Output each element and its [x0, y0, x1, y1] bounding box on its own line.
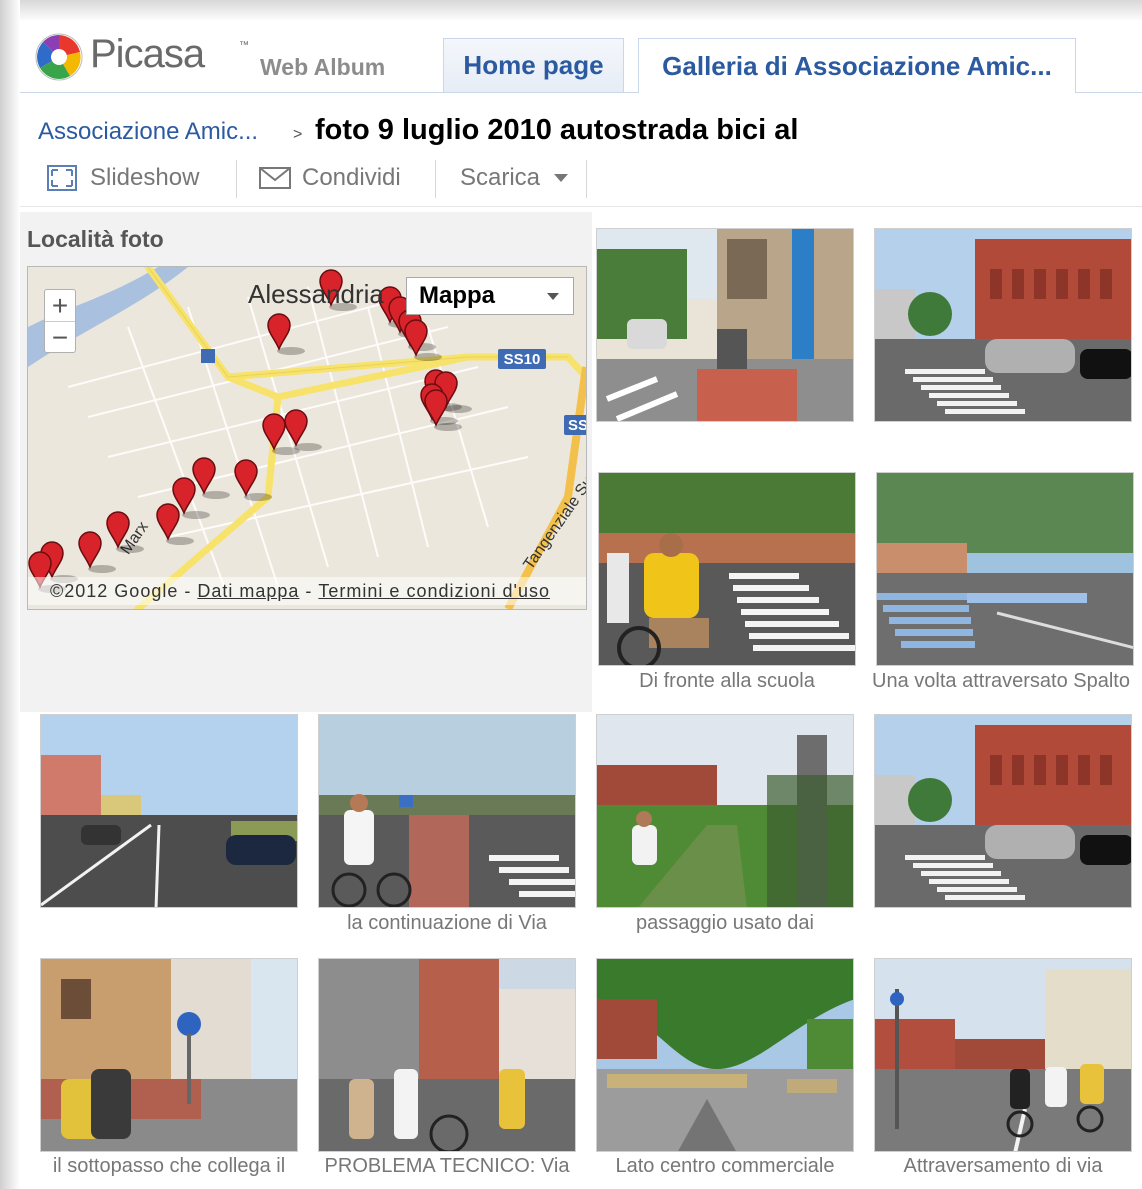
- tab-home-page[interactable]: Home page: [443, 38, 624, 92]
- photo-thumbnail[interactable]: [596, 958, 854, 1152]
- breadcrumb-parent-link[interactable]: Associazione Amic...: [38, 118, 258, 146]
- photo-image: [597, 959, 853, 1151]
- map-pin-shadow: [166, 537, 194, 545]
- map-canvas[interactable]: SS10 SS Marx Tangenziale Sudest: [28, 267, 586, 609]
- photo-image: [41, 715, 297, 907]
- photo-caption[interactable]: la continuazione di Via: [307, 912, 587, 935]
- tab-gallery[interactable]: Galleria di Associazione Amic...: [638, 38, 1076, 93]
- envelope-icon: [259, 167, 291, 189]
- slideshow-icon: [47, 165, 77, 191]
- photo-thumbnail[interactable]: [596, 714, 854, 908]
- photo-image: [599, 473, 855, 665]
- map-pin-shadow: [202, 491, 230, 499]
- logo-trademark: ™: [239, 40, 249, 51]
- ss10-label: SS10: [504, 351, 541, 368]
- photo-location-panel: Località foto SS10 S Marx + − Alessandri…: [20, 212, 592, 712]
- photo-caption[interactable]: Una volta attraversato Spalto: [861, 670, 1141, 693]
- map-city-label: Alessandria: [248, 279, 384, 309]
- attribution-separator: -: [305, 580, 313, 601]
- album-toolbar: Slideshow Condividi Scarica: [20, 158, 1142, 202]
- toolbar-rule: [20, 206, 1142, 207]
- photo-image: [875, 715, 1131, 907]
- photo-thumbnail[interactable]: [596, 228, 854, 422]
- photo-image: [319, 959, 575, 1151]
- photo-thumbnail[interactable]: [874, 958, 1132, 1152]
- map-pin-shadow: [244, 493, 272, 501]
- share-button[interactable]: Condividi: [258, 158, 401, 198]
- map-pin-shadow: [116, 545, 144, 553]
- share-label: Condividi: [302, 164, 401, 191]
- ss-label: SS: [568, 417, 586, 434]
- map-heading: Località foto: [27, 226, 164, 252]
- chevron-down-icon: [554, 174, 569, 182]
- photo-caption[interactable]: Attraversamento di via: [863, 1155, 1142, 1178]
- map-data-link[interactable]: Dati mappa: [197, 581, 299, 602]
- photo-caption[interactable]: il sottopasso che collega il: [29, 1155, 309, 1178]
- photo-caption[interactable]: PROBLEMA TECNICO: Via: [307, 1155, 587, 1178]
- photo-thumbnail[interactable]: [40, 958, 298, 1152]
- photo-image: [41, 959, 297, 1151]
- picasa-pinwheel-icon: [35, 33, 83, 81]
- chevron-down-icon: [547, 293, 559, 300]
- map-attribution: ©2012 Google - Dati mappa - Termini e co…: [28, 577, 586, 605]
- map-pin-shadow: [294, 443, 322, 451]
- photo-thumbnail[interactable]: [40, 714, 298, 908]
- logo-wordmark: Picasa: [90, 32, 205, 76]
- breadcrumb-separator: >: [293, 126, 303, 143]
- zoom-control: + −: [44, 289, 76, 353]
- frame-shadow: [0, 0, 1142, 22]
- photo-caption[interactable]: passaggio usato dai: [585, 912, 865, 935]
- photo-image: [877, 473, 1133, 665]
- photo-thumbnail[interactable]: [874, 714, 1132, 908]
- picasa-logo[interactable]: Picasa ™ Web Album: [34, 32, 394, 88]
- toolbar-divider: [435, 160, 436, 198]
- photo-image: [875, 229, 1131, 421]
- photo-thumbnail[interactable]: [876, 472, 1134, 666]
- map-pin-shadow: [182, 511, 210, 519]
- map-pin-shadow: [434, 423, 462, 431]
- map-pin-shadow: [414, 353, 442, 361]
- parking-icon: [201, 349, 215, 363]
- map-copyright: ©2012 Google: [50, 580, 179, 601]
- slideshow-label: Slideshow: [90, 164, 200, 191]
- download-label: Scarica: [460, 164, 541, 191]
- picasa-page: Picasa ™ Web Album Home page Galleria di…: [20, 20, 1142, 1189]
- map-pin-shadow: [277, 347, 305, 355]
- zoom-out-button[interactable]: −: [45, 322, 75, 353]
- location-map[interactable]: SS10 SS Marx Tangenziale Sudest + − Ales…: [27, 266, 587, 610]
- map-pin-shadow: [444, 405, 472, 413]
- zoom-in-button[interactable]: +: [45, 290, 75, 321]
- map-type-value: Mappa: [419, 282, 496, 309]
- slideshow-button[interactable]: Slideshow: [46, 158, 199, 198]
- toolbar-divider: [236, 160, 237, 198]
- photo-image: [597, 229, 853, 421]
- map-type-select[interactable]: Mappa: [406, 277, 574, 315]
- photo-image: [319, 715, 575, 907]
- map-terms-link[interactable]: Termini e condizioni d'uso: [318, 581, 550, 602]
- photo-image: [597, 715, 853, 907]
- frame-shadow-left: [0, 0, 20, 1189]
- photo-thumbnail[interactable]: [318, 958, 576, 1152]
- map-pin-shadow: [88, 565, 116, 573]
- photo-caption[interactable]: Lato centro commerciale: [585, 1155, 865, 1178]
- photo-thumbnail[interactable]: [598, 472, 856, 666]
- photo-image: [875, 959, 1131, 1151]
- toolbar-divider: [586, 160, 587, 198]
- attribution-separator: -: [184, 580, 192, 601]
- download-dropdown[interactable]: Scarica: [460, 158, 569, 198]
- page-title: foto 9 luglio 2010 autostrada bici al: [315, 114, 799, 146]
- photo-caption[interactable]: Di fronte alla scuola: [587, 670, 867, 693]
- photo-thumbnail[interactable]: [874, 228, 1132, 422]
- photo-thumbnail[interactable]: [318, 714, 576, 908]
- logo-subtitle: Web Album: [260, 54, 386, 80]
